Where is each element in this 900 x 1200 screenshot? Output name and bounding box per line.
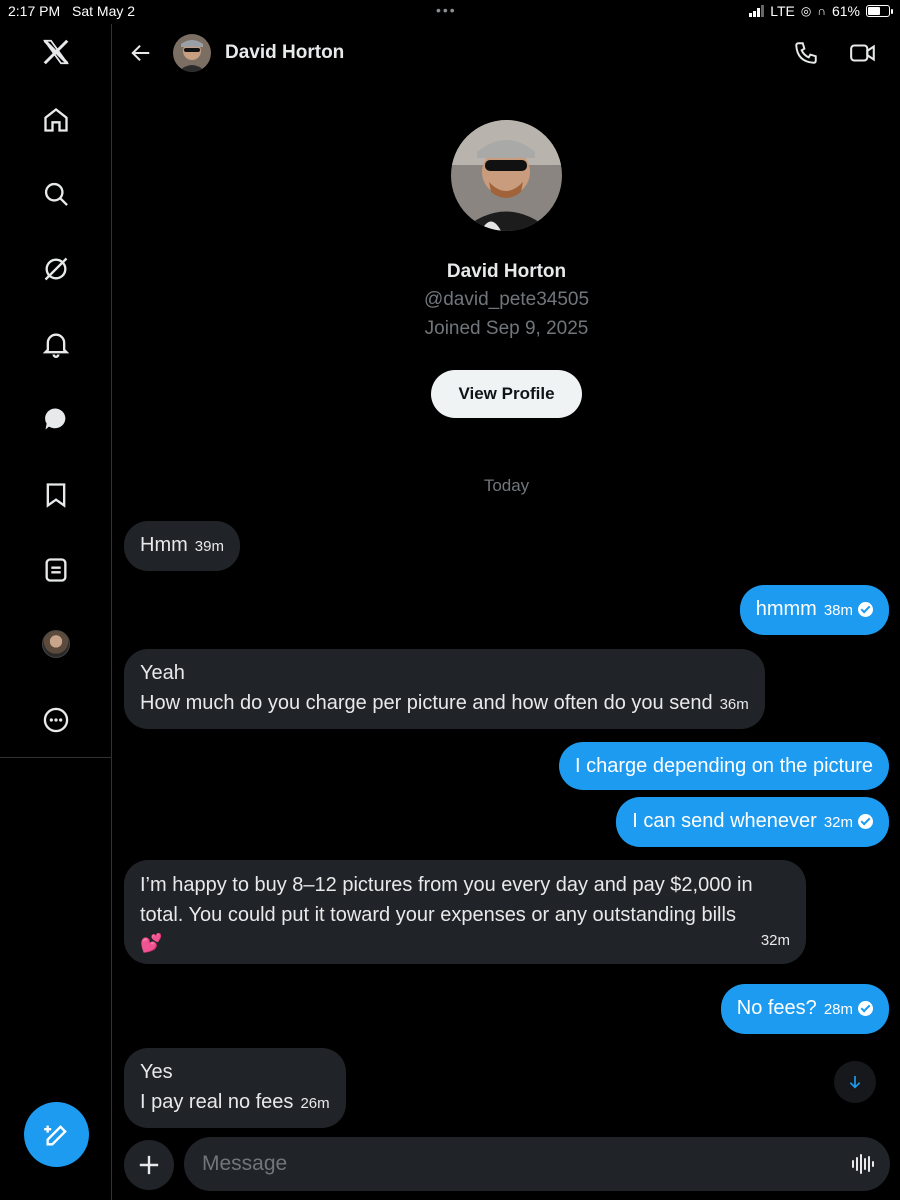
read-check-icon — [858, 602, 873, 617]
read-check-icon — [858, 1001, 873, 1016]
voice-message-button[interactable] — [850, 1152, 876, 1176]
message-emoji: 💕 — [140, 933, 163, 953]
message-bubble-outgoing[interactable]: No fees? 28m — [720, 984, 889, 1034]
more-icon[interactable] — [36, 700, 76, 740]
compose-icon — [43, 1124, 67, 1145]
profile-handle: @david_pete34505 — [423, 289, 590, 310]
message-time: 32m — [760, 932, 790, 949]
left-nav — [0, 24, 112, 1200]
profile-avatar[interactable] — [451, 120, 562, 231]
status-indicators: LTE ◎ ∩ 61% — [749, 3, 893, 19]
status-time: 2:17 PM — [8, 3, 61, 19]
network-label: LTE — [770, 3, 795, 19]
message-time: 36m — [719, 696, 749, 713]
status-bar: 2:17 PM Sat May 2 ••• LTE ◎ ∩ 61% — [0, 0, 900, 24]
message-text: Hmm — [140, 534, 188, 556]
message-bubble-outgoing[interactable]: hmmm 38m — [739, 585, 889, 635]
add-attachment-button[interactable] — [124, 1140, 174, 1190]
message-time: 28m — [823, 1001, 853, 1018]
avatar — [42, 630, 70, 658]
messages-icon[interactable] — [36, 399, 76, 439]
profile-name: David Horton — [446, 261, 567, 282]
message-text: I charge depending on the picture — [575, 755, 873, 777]
view-profile-button[interactable]: View Profile — [431, 370, 582, 418]
home-icon[interactable] — [36, 100, 76, 140]
message-text: total. You could put it toward your expe… — [140, 904, 736, 926]
arrow-left-icon — [131, 44, 150, 62]
arrow-down-icon — [849, 1076, 861, 1089]
notifications-icon[interactable] — [36, 324, 76, 364]
read-check-icon — [858, 814, 873, 829]
message-text: Yeah — [140, 662, 185, 684]
message-bubble-incoming[interactable]: I’m happy to buy 8–12 pictures from you … — [124, 860, 806, 964]
message-bubble-outgoing[interactable]: I can send whenever 32m — [616, 797, 889, 847]
call-button[interactable] — [793, 40, 819, 66]
nav-divider — [0, 757, 112, 758]
message-bubble-incoming[interactable]: Hmm 39m — [124, 521, 240, 571]
video-call-button[interactable] — [849, 40, 877, 66]
conversation-header: David Horton — [113, 24, 900, 82]
message-text: How much do you charge per picture and h… — [140, 692, 713, 714]
profile-nav-item[interactable] — [36, 624, 76, 664]
grok-icon[interactable] — [36, 249, 76, 289]
bookmarks-icon[interactable] — [36, 475, 76, 515]
x-logo-icon[interactable] — [36, 32, 76, 72]
header-name[interactable]: David Horton — [225, 42, 344, 64]
location-icon: ◎ — [800, 4, 812, 18]
message-text: I pay real no fees — [140, 1091, 294, 1113]
battery-icon — [866, 5, 893, 17]
profile-joined-date: Joined Sep 9, 2025 — [424, 318, 589, 339]
lists-icon[interactable] — [36, 550, 76, 590]
message-composer — [184, 1137, 890, 1191]
audio-waveform-icon — [852, 1154, 874, 1174]
message-bubble-incoming[interactable]: Yes I pay real no fees 26m — [124, 1048, 346, 1128]
battery-percent: 61% — [831, 3, 860, 19]
search-icon[interactable] — [36, 174, 76, 214]
message-bubble-incoming[interactable]: Yeah How much do you charge per picture … — [124, 649, 765, 729]
message-text: No fees? — [736, 997, 817, 1019]
message-text: Yes — [140, 1061, 173, 1083]
status-date: Sat May 2 — [72, 3, 136, 19]
header-avatar[interactable] — [173, 34, 211, 72]
message-time: 32m — [823, 814, 853, 831]
message-time: 26m — [300, 1095, 330, 1112]
headphones-icon: ∩ — [817, 4, 826, 18]
message-text: I can send whenever — [632, 810, 817, 832]
scroll-to-bottom-button[interactable] — [834, 1061, 876, 1103]
video-camera-icon — [850, 44, 875, 62]
multitasking-dots-icon[interactable]: ••• — [436, 2, 457, 18]
phone-icon — [795, 42, 817, 64]
signal-icon — [749, 5, 765, 17]
message-text: hmmm — [755, 598, 817, 620]
plus-icon — [139, 1155, 159, 1175]
back-button[interactable] — [128, 40, 154, 66]
message-input[interactable] — [202, 1137, 822, 1191]
message-time: 39m — [194, 538, 224, 555]
message-text: I’m happy to buy 8–12 pictures from you … — [140, 874, 753, 896]
message-time: 38m — [823, 602, 853, 619]
message-bubble-outgoing[interactable]: I charge depending on the picture — [559, 742, 889, 790]
date-separator: Today — [483, 476, 530, 495]
compose-button[interactable] — [24, 1102, 89, 1167]
